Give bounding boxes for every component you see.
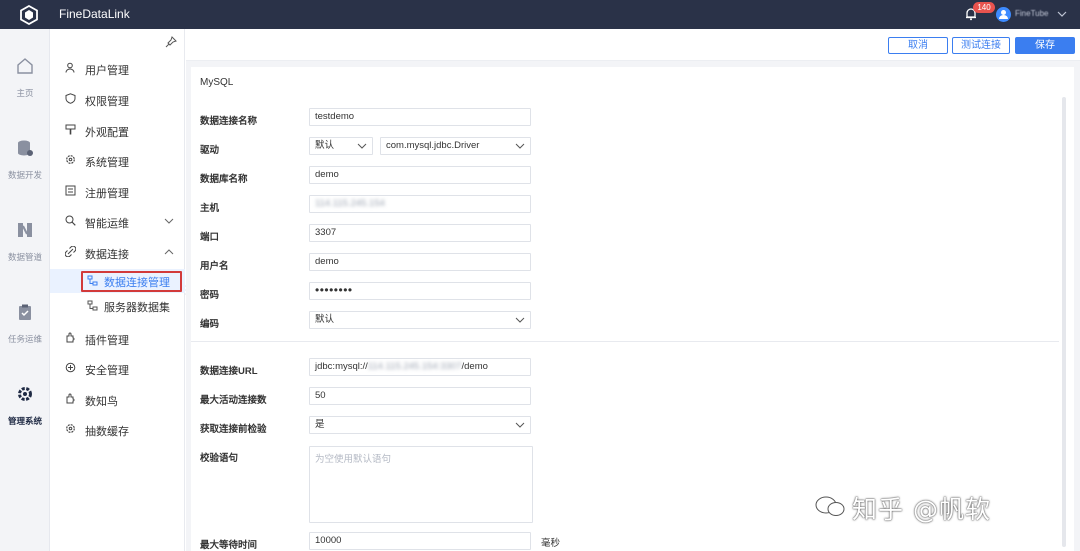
driver-class-select[interactable]: com.mysql.jdbc.Driver [380,137,531,155]
driver-mode-select[interactable]: 默认 [309,137,373,155]
database-icon [18,140,33,156]
pin-icon[interactable] [165,36,177,48]
menu-item-appearance[interactable]: 外观配置 [50,117,185,143]
shield-icon [65,93,76,104]
database-name-input[interactable]: demo [309,166,531,184]
cache-gear-icon [66,424,75,433]
connection-url-input[interactable]: jdbc:mysql://114.115.245.154:3307/demo [309,358,531,376]
label-encoding: 编码 [200,319,220,330]
menu-item-plugins[interactable]: 插件管理 [50,325,185,351]
chevron-down-icon[interactable] [1057,10,1067,18]
pipeline-icon [18,223,32,237]
label-connection-name: 数据连接名称 [200,116,258,127]
rail-item-pipeline[interactable]: 数据管道 [0,221,50,281]
menu-item-security[interactable]: 安全管理 [50,355,185,381]
label-driver: 驱动 [200,145,220,156]
menu-item-users[interactable]: 用户管理 [50,55,185,81]
app-logo-icon[interactable] [19,5,39,25]
user-name[interactable]: FineTube [1015,9,1049,18]
host-input[interactable]: 114.115.245.154 [309,195,531,213]
secondary-menu: 用户管理 权限管理 外观配置 系统管理 注册管理 智能运维 数据连接 数据连接管… [50,29,185,551]
menu-item-registration[interactable]: 注册管理 [50,178,185,204]
connection-name-input[interactable]: testdemo [309,108,531,126]
top-bar: FineDataLink 140 FineTube [0,0,1080,29]
chevron-down-icon [515,143,525,149]
label-username: 用户名 [200,261,229,272]
label-max-wait: 最大等待时间 [200,540,258,551]
shield-plus-icon [65,362,76,373]
action-bar: 取消 测试连接 保存 [186,29,1080,61]
chevron-up-icon[interactable] [164,248,174,256]
chevron-down-icon [515,317,525,323]
label-validation-query: 校验语句 [200,453,239,464]
user-avatar[interactable] [996,7,1011,22]
app-title: FineDataLink [59,7,130,21]
connection-form: MySQL 数据连接名称 testdemo 驱动 默认 com.mysql.jd… [191,67,1074,551]
encoding-select[interactable]: 默认 [309,311,531,329]
vertical-scrollbar[interactable] [1062,97,1066,547]
link-icon [65,246,76,257]
label-test-before: 获取连接前检验 [200,424,267,435]
watermark-text: 知乎 @帆软 [852,495,991,524]
chevron-down-icon [357,143,367,149]
register-icon [65,185,76,196]
test-connection-button[interactable]: 测试连接 [952,37,1010,54]
label-database-name: 数据库名称 [200,174,248,185]
main-content: 取消 测试连接 保存 MySQL 数据连接名称 testdemo 驱动 默认 c… [186,29,1080,551]
unit-milliseconds: 毫秒 [541,538,561,549]
user-icon [65,62,75,73]
home-icon [17,58,33,74]
max-active-input[interactable]: 50 [309,387,531,405]
save-button[interactable]: 保存 [1015,37,1075,54]
watermark-logo-icon [815,496,845,516]
gear-icon [18,387,32,401]
menu-item-smart-ops[interactable]: 智能运维 [50,208,185,234]
red-highlight-box [81,271,182,292]
test-before-select[interactable]: 是 [309,416,531,434]
username-input[interactable]: demo [309,253,531,271]
rail-item-admin[interactable]: 管理系统 [0,385,50,445]
section-title: MySQL [200,77,234,88]
cancel-button[interactable]: 取消 [888,37,948,54]
label-max-active: 最大活动连接数 [200,395,267,406]
menu-item-permissions[interactable]: 权限管理 [50,86,185,112]
brush-icon [65,124,76,135]
chevron-down-icon [515,422,525,428]
notification-badge: 140 [973,2,995,13]
password-input[interactable]: •••••••• [309,282,531,300]
section-divider [191,341,1059,342]
label-password: 密码 [200,290,220,301]
menu-item-shuzhiniao[interactable]: 数知鸟 [50,386,185,412]
clipboard-icon [19,304,31,320]
bird-icon [66,393,75,404]
max-wait-input[interactable]: 10000 [309,532,531,550]
user-icon [999,10,1008,19]
chevron-down-icon[interactable] [164,217,174,225]
menu-item-system[interactable]: 系统管理 [50,147,185,173]
gear-icon [66,155,75,164]
search-gear-icon [65,215,76,226]
menu-item-data-connection[interactable]: 数据连接 [50,239,185,265]
dataset-icon [87,300,98,311]
rail-item-task-ops[interactable]: 任务运维 [0,303,50,363]
menu-item-extract-cache[interactable]: 抽数缓存 [50,416,185,442]
validation-query-textarea[interactable]: 为空使用默认语句 [309,446,533,523]
rail-item-home[interactable]: 主页 [0,57,50,117]
rail-item-data-dev[interactable]: 数据开发 [0,139,50,199]
submenu-item-server-dataset[interactable]: 服务器数据集 [50,294,185,318]
label-port: 端口 [200,232,220,243]
label-connection-url: 数据连接URL [200,366,258,377]
primary-nav-rail: 主页 数据开发 数据管道 任务运维 管理系统 [0,29,50,551]
plugin-icon [66,332,75,343]
port-input[interactable]: 3307 [309,224,531,242]
label-host: 主机 [200,203,220,214]
